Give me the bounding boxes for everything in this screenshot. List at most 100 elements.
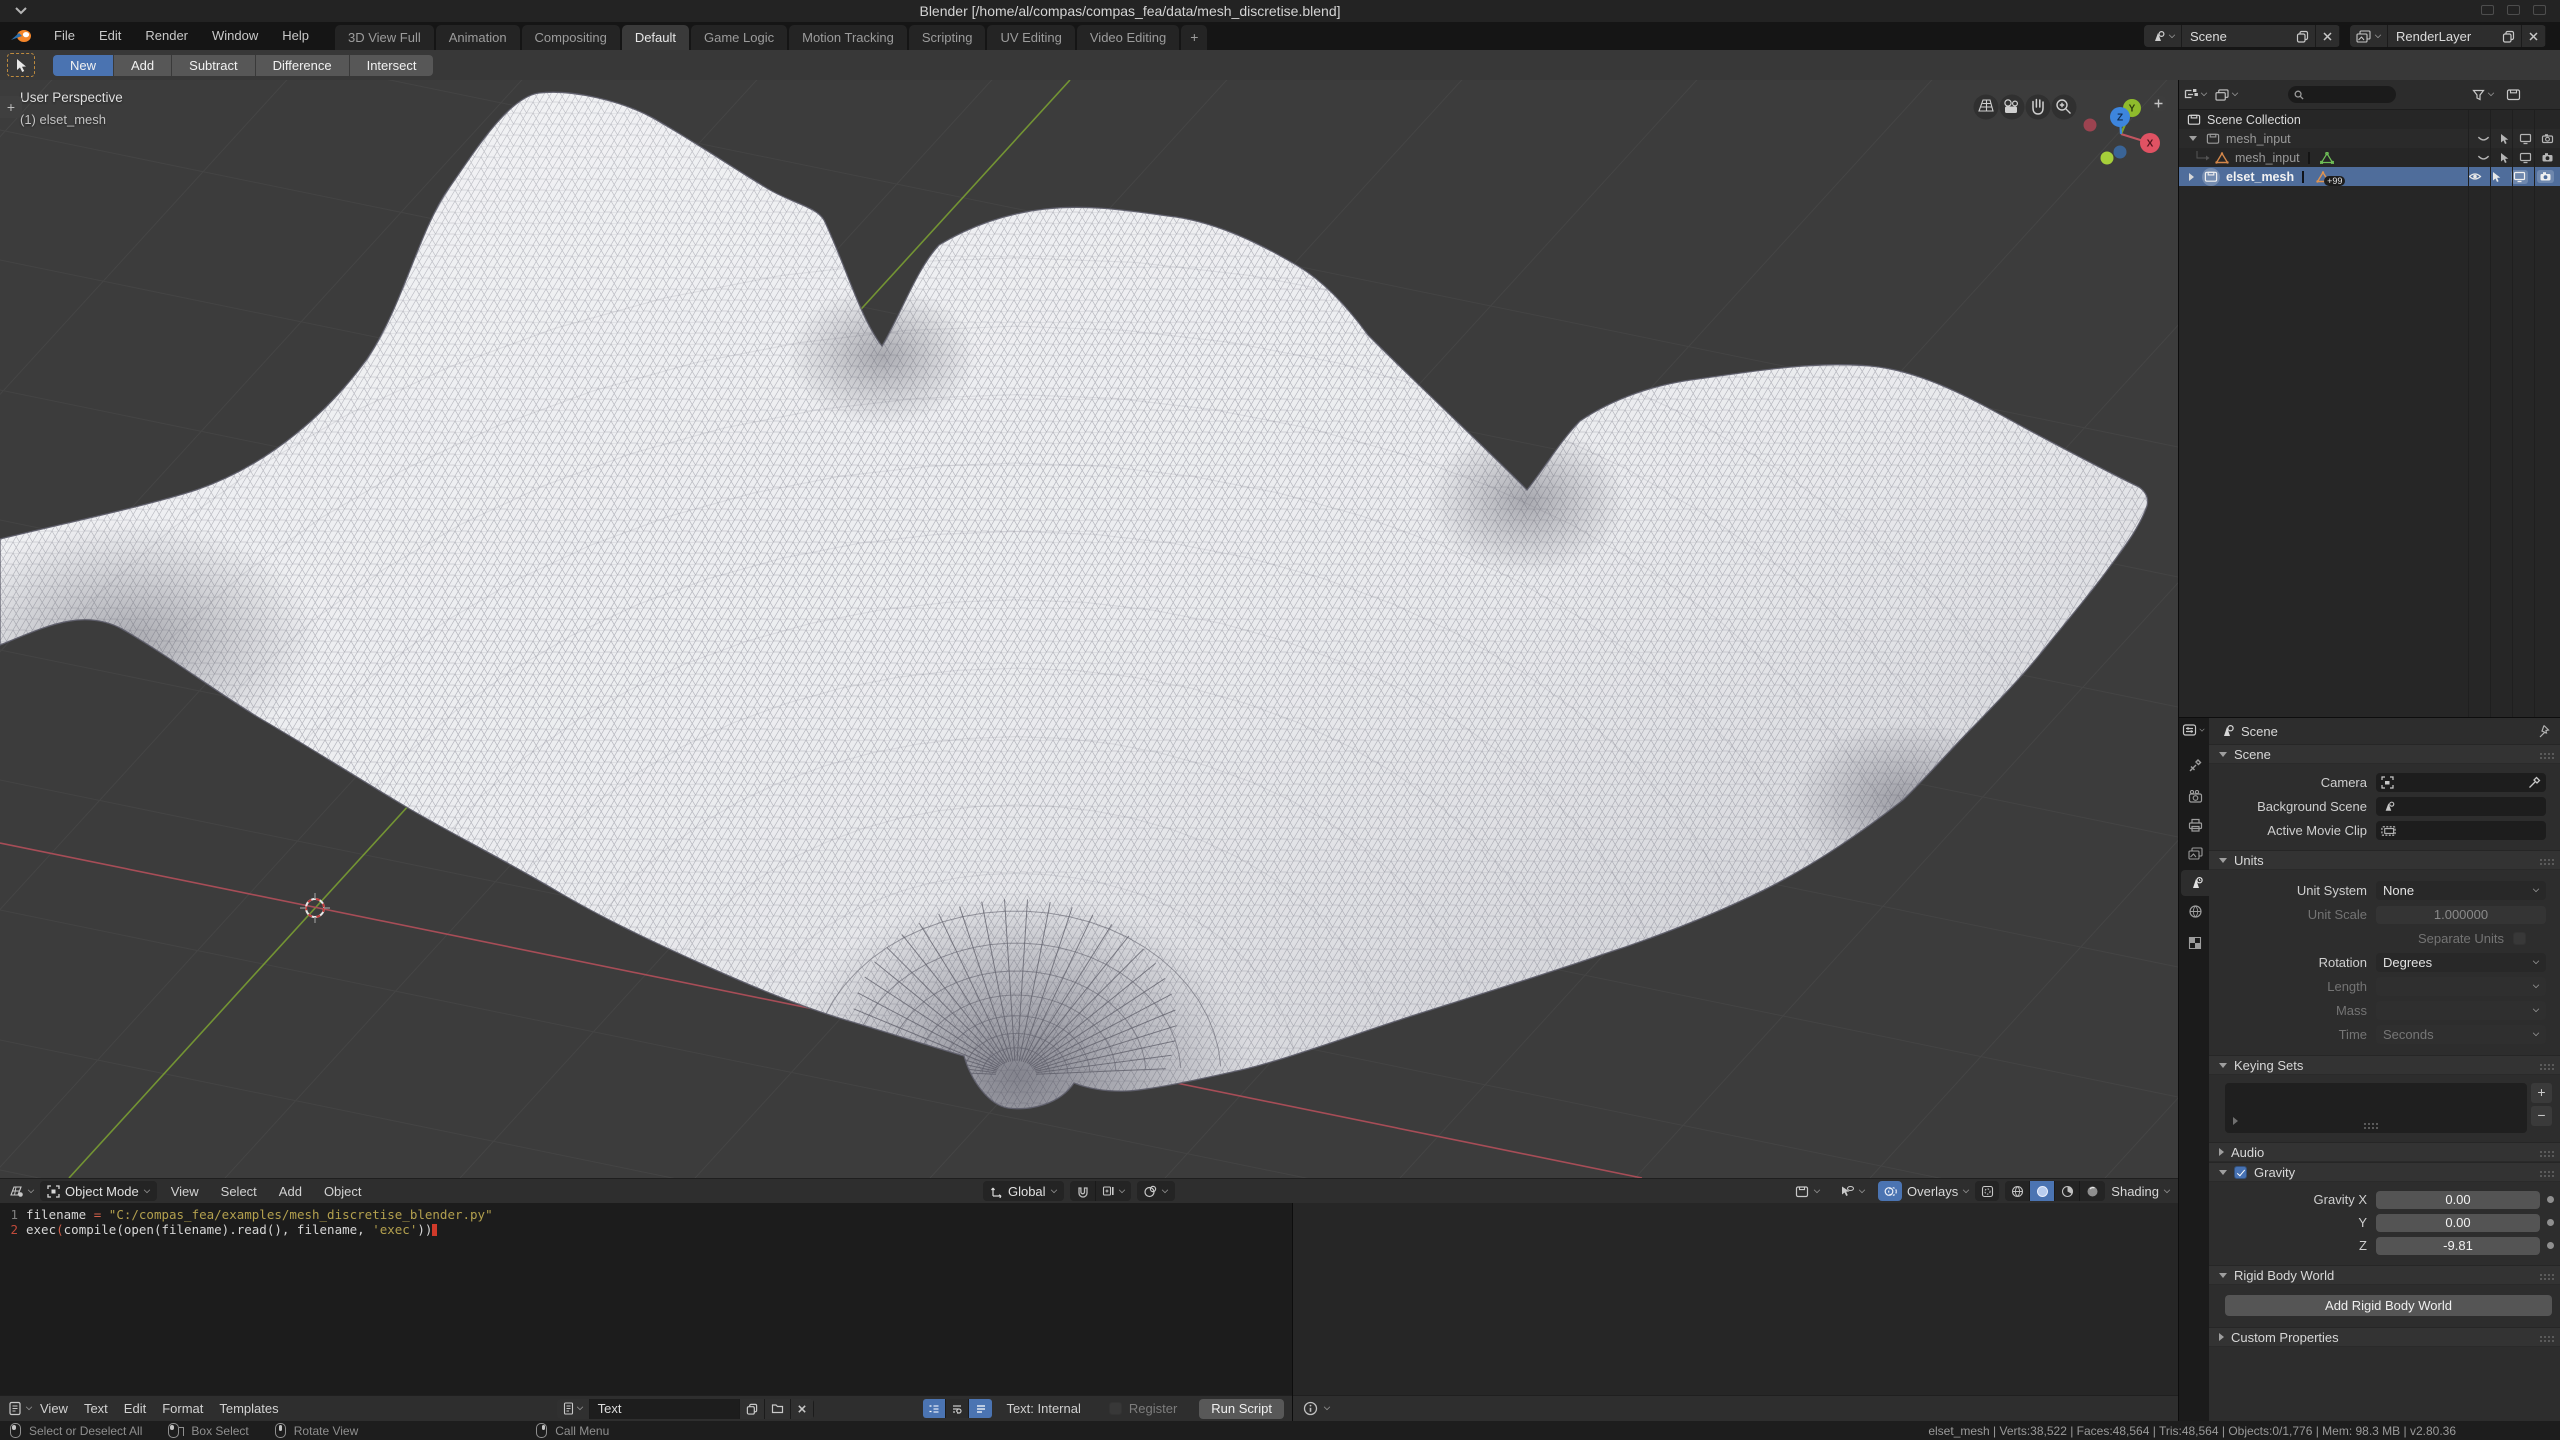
animate-dot-button[interactable] xyxy=(2547,1219,2554,1226)
new-button[interactable]: New xyxy=(53,55,114,76)
panel-header-units[interactable]: Units xyxy=(2209,850,2560,870)
tab-video-editing[interactable]: Video Editing xyxy=(1077,25,1179,50)
animate-dot-button[interactable] xyxy=(2547,1242,2554,1249)
list-grip[interactable] xyxy=(2364,1123,2366,1125)
eye-closed-icon[interactable] xyxy=(2477,134,2490,144)
panel-grip[interactable] xyxy=(2540,753,2542,755)
transform-orientation-dropdown[interactable]: Global xyxy=(983,1181,1064,1201)
tab-scripting[interactable]: Scripting xyxy=(909,25,986,50)
toolbar-expand-button[interactable]: + xyxy=(0,96,22,118)
pan-view-button[interactable] xyxy=(2026,95,2051,120)
monitor-icon[interactable] xyxy=(2519,133,2532,145)
menu-edit[interactable]: Edit xyxy=(87,22,133,50)
panel-grip[interactable] xyxy=(2540,1336,2542,1338)
tab-texture[interactable] xyxy=(2181,930,2209,956)
close-icon[interactable] xyxy=(2533,5,2546,15)
properties-editor[interactable]: Scene Scene Camera xyxy=(2179,718,2560,1421)
subtract-button[interactable]: Subtract xyxy=(172,55,255,76)
movie-clip-field[interactable] xyxy=(2376,821,2546,840)
camera-icon[interactable] xyxy=(2541,152,2554,163)
mode-dropdown[interactable]: Object Mode xyxy=(40,1181,157,1201)
duplicate-text-icon[interactable] xyxy=(740,1399,765,1419)
grid-ortho-button[interactable] xyxy=(1974,95,1999,120)
row-label[interactable]: Scene Collection xyxy=(2207,113,2301,127)
scene-icon[interactable] xyxy=(2144,25,2182,47)
search-input[interactable] xyxy=(2308,87,2388,103)
syntax-highlight-toggle[interactable] xyxy=(969,1399,992,1418)
edit-menu[interactable]: Edit xyxy=(116,1401,154,1416)
snap-target-dropdown[interactable] xyxy=(1096,1181,1131,1201)
intersect-button[interactable]: Inters​ect xyxy=(350,55,434,76)
menu-file[interactable]: File xyxy=(42,22,87,50)
text-datablock-icon[interactable] xyxy=(557,1399,590,1419)
text-editor[interactable]: 1 filename = "C:/compas_fea/examples/mes… xyxy=(0,1203,1292,1421)
tab-animation[interactable]: Animation xyxy=(436,25,520,50)
tab-3d-view-full[interactable]: 3D View Full xyxy=(335,25,434,50)
new-collection-button[interactable] xyxy=(2506,88,2521,101)
animate-dot-button[interactable] xyxy=(2547,1196,2554,1203)
active-tool-button[interactable] xyxy=(7,53,35,77)
mass-dropdown[interactable] xyxy=(2376,1001,2546,1020)
object-menu[interactable]: Object xyxy=(316,1184,370,1199)
gravity-y-field[interactable]: 0.00 xyxy=(2376,1214,2540,1232)
add-keying-set-button[interactable]: + xyxy=(2531,1083,2552,1103)
zoom-view-button[interactable] xyxy=(2052,95,2077,120)
camera-field[interactable] xyxy=(2376,773,2546,792)
row-scene-collection[interactable]: Scene Collection xyxy=(2179,110,2560,129)
tab-render[interactable] xyxy=(2181,784,2209,810)
unlink-scene-icon[interactable] xyxy=(2316,25,2340,47)
panel-grip[interactable] xyxy=(2540,1151,2542,1153)
panel-header-gravity[interactable]: Gravity xyxy=(2209,1162,2560,1182)
row-mesh-input-object[interactable]: mesh_input xyxy=(2179,148,2560,167)
scene-name[interactable]: Scene xyxy=(2182,29,2290,44)
panel-header-custom-properties[interactable]: Custom Properties xyxy=(2209,1327,2560,1347)
info-icon[interactable] xyxy=(1303,1401,1318,1416)
tab-game-logic[interactable]: Game Logic xyxy=(691,25,787,50)
disclosure-icon[interactable] xyxy=(2189,136,2197,141)
panel-header-rigid-body[interactable]: Rigid Body World xyxy=(2209,1265,2560,1285)
text-menu[interactable]: Text xyxy=(76,1401,116,1416)
register-checkbox[interactable] xyxy=(1109,1402,1122,1415)
format-menu[interactable]: Format xyxy=(154,1401,211,1416)
text-datablock-name[interactable]: Text xyxy=(590,1399,740,1419)
unit-scale-field[interactable]: 1.000000 xyxy=(2376,906,2546,924)
editor-type-dropdown[interactable] xyxy=(8,1184,34,1198)
render-layer-selector[interactable]: RenderLayer xyxy=(2350,25,2546,47)
unlink-text-icon[interactable] xyxy=(791,1399,814,1419)
difference-button[interactable]: Difference xyxy=(256,55,350,76)
outliner[interactable]: Scene Collection mesh_input xyxy=(2179,80,2560,717)
editor-type-dropdown[interactable] xyxy=(2182,723,2205,737)
select-menu[interactable]: Select xyxy=(213,1184,265,1199)
camera-view-button[interactable] xyxy=(2000,95,2025,120)
shading-material-button[interactable] xyxy=(2055,1181,2080,1201)
code-area[interactable]: 1 filename = "C:/compas_fea/examples/mes… xyxy=(0,1207,1292,1237)
run-script-button[interactable]: Run Script xyxy=(1199,1399,1284,1419)
disclosure-icon[interactable] xyxy=(2189,173,2194,181)
time-dropdown[interactable]: Seconds xyxy=(2376,1025,2546,1044)
duplicate-layer-icon[interactable] xyxy=(2496,25,2522,47)
editor-type-dropdown[interactable] xyxy=(8,1401,32,1416)
background-scene-field[interactable] xyxy=(2376,797,2546,816)
shading-solid-button[interactable] xyxy=(2030,1181,2055,1201)
maximize-icon[interactable] xyxy=(2507,5,2520,15)
filter-dropdown[interactable] xyxy=(2472,89,2494,101)
unit-system-dropdown[interactable]: None xyxy=(2376,881,2546,900)
object-types-visibility-dropdown[interactable] xyxy=(1788,1181,1827,1201)
rotation-dropdown[interactable]: Degrees xyxy=(2376,953,2546,972)
gizmo-neg-z[interactable] xyxy=(2114,146,2127,159)
selectable-pointer-icon[interactable] xyxy=(2499,133,2510,145)
word-wrap-toggle[interactable] xyxy=(946,1399,969,1418)
tab-world[interactable] xyxy=(2181,898,2209,924)
menu-render[interactable]: Render xyxy=(133,22,200,50)
pin-icon[interactable] xyxy=(2536,724,2550,738)
gravity-checkbox[interactable] xyxy=(2234,1166,2247,1179)
eye-open-icon[interactable] xyxy=(2468,171,2482,182)
shading-rendered-button[interactable] xyxy=(2080,1181,2105,1201)
open-text-icon[interactable] xyxy=(765,1399,791,1419)
tab-motion-tracking[interactable]: Motion Tracking xyxy=(789,25,907,50)
selectable-pointer-icon[interactable] xyxy=(2499,152,2510,164)
line-numbers-toggle[interactable] xyxy=(923,1399,946,1418)
panel-grip[interactable] xyxy=(2540,1064,2542,1066)
row-elset-mesh[interactable]: elset_mesh +99 xyxy=(2179,167,2560,186)
render-layer-icon[interactable] xyxy=(2350,25,2388,47)
